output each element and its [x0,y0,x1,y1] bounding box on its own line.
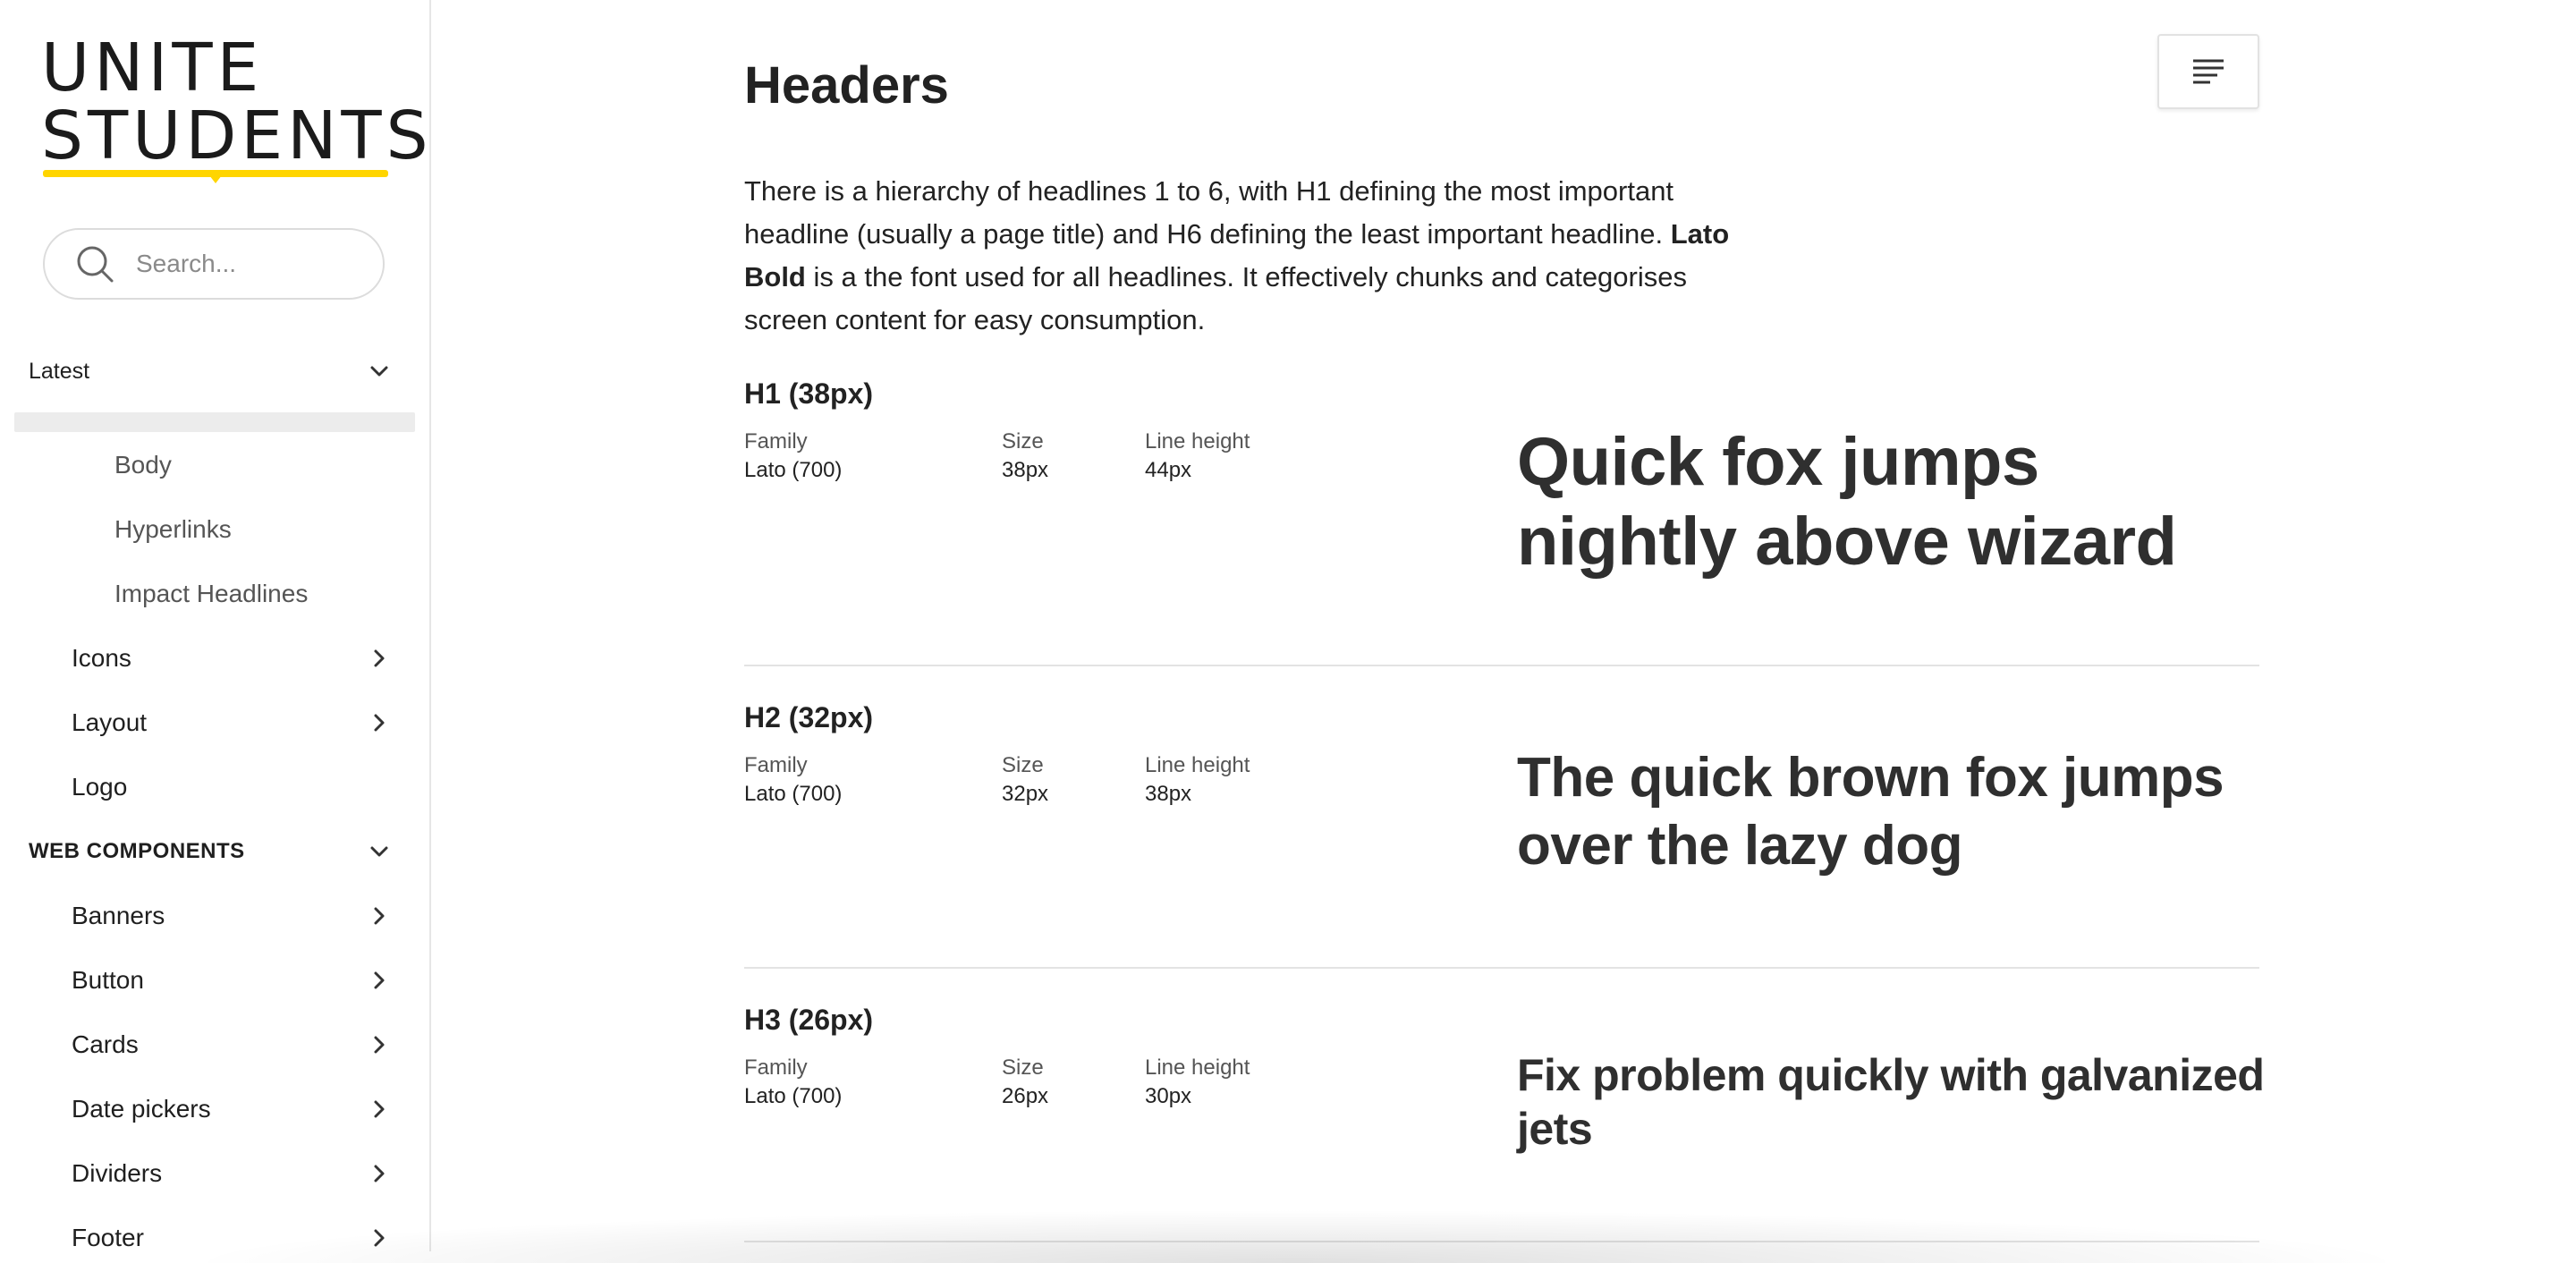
sidebar-item-impact-headlines[interactable]: Impact Headlines [0,569,429,619]
sidebar-item-logo[interactable]: Logo [0,762,429,812]
chevron-right-icon [374,1229,385,1247]
intro-paragraph: There is a hierarchy of headlines 1 to 6… [744,170,1746,342]
family-value: Lato (700) [744,1084,843,1108]
spec-title: H3 (26px) [744,1004,874,1036]
search-box[interactable] [43,228,385,300]
chevron-right-icon [374,714,385,732]
size-value: 32px [1002,782,1049,806]
line-height-value: 30px [1145,1084,1192,1108]
spec-size: Size 26px [1002,1054,1048,1111]
spec-title: H1 (38px) [744,377,874,410]
sidebar-item-label: Banners [72,902,165,929]
sidebar-item-body[interactable]: Body [0,440,429,490]
sidebar-item-hyperlinks[interactable]: Hyperlinks [0,504,429,555]
chevron-right-icon [374,1036,385,1054]
spec-size: Size 32px [1002,751,1048,809]
spec-family: Family Lato (700) [744,428,842,485]
size-label: Size [1002,753,1044,777]
sidebar-item-label: Impact Headlines [114,580,309,607]
active-item-highlight [14,412,415,432]
chevron-right-icon [374,907,385,925]
chevron-down-icon [370,366,388,377]
logo-line-2: STUDENTS [41,97,431,174]
search-icon [77,246,114,283]
nav-section-web-components-label: WEB COMPONENTS [29,839,245,863]
family-label: Family [744,753,808,777]
family-label: Family [744,429,808,453]
sample-text-h1: Quick fox jumps nightly above wizard [1517,424,2177,580]
family-value: Lato (700) [744,458,843,482]
nav-section-web-components[interactable]: WEB COMPONENTS [0,826,429,877]
page-title: Headers [744,56,949,114]
sidebar-item-button[interactable]: Button [0,955,429,1005]
search-input[interactable] [134,249,370,279]
sidebar-item-cards[interactable]: Cards [0,1020,429,1070]
divider [744,665,2259,666]
text-align-icon [2193,59,2224,84]
spec-line-height: Line height 30px [1145,1054,1250,1111]
nav-section-latest-label: Latest [29,358,90,384]
sidebar-item-label: Date pickers [72,1095,211,1123]
sidebar-item-icons[interactable]: Icons [0,633,429,683]
spec-line-height: Line height 38px [1145,751,1250,809]
spec-family: Family Lato (700) [744,1054,842,1111]
sidebar-item-label: Dividers [72,1159,163,1187]
main-content: Headers There is a hierarchy of headline… [431,0,2576,1251]
sample-text-h3: Fix problem quickly with galvanized jets [1517,1050,2265,1154]
sidebar-item-label: Body [114,451,172,479]
sidebar-item-label: Hyperlinks [114,515,232,543]
line-height-label: Line height [1145,1055,1250,1080]
chevron-right-icon [374,971,385,989]
sidebar-item-layout[interactable]: Layout [0,698,429,748]
family-label: Family [744,1055,808,1080]
size-label: Size [1002,1055,1044,1080]
spec-size: Size 38px [1002,428,1048,485]
logo-line-1: UNITE [41,30,264,106]
intro-text-2: is a the font used for all headlines. It… [744,261,1687,335]
line-height-label: Line height [1145,753,1250,777]
sidebar-item-label: Cards [72,1030,139,1058]
spec-line-height: Line height 44px [1145,428,1250,485]
sidebar-item-dividers[interactable]: Dividers [0,1149,429,1199]
sidebar-item-label: Layout [72,708,148,736]
sample-text-h2: The quick brown fox jumps over the lazy … [1517,747,2224,877]
nav-section-latest[interactable]: Latest [0,346,429,396]
size-value: 26px [1002,1084,1049,1108]
line-height-value: 38px [1145,782,1192,806]
sidebar-item-date-pickers[interactable]: Date pickers [0,1084,429,1134]
chevron-right-icon [374,1165,385,1182]
size-value: 38px [1002,458,1049,482]
sidebar-item-label: Icons [72,644,131,672]
intro-text-1: There is a hierarchy of headlines 1 to 6… [744,175,1674,250]
chevron-down-icon [370,846,388,857]
sidebar-item-label: Logo [72,773,128,801]
sidebar-item-label: Footer [72,1224,144,1251]
divider [744,1241,2259,1242]
sidebar-item-footer[interactable]: Footer [0,1213,429,1251]
spec-family: Family Lato (700) [744,751,842,809]
sidebar: UNITE STUDENTS Latest Body Hyperlinks Im… [0,0,431,1251]
chevron-right-icon [374,649,385,667]
table-of-contents-button[interactable] [2157,34,2259,109]
logo-notch [209,175,222,183]
line-height-label: Line height [1145,429,1250,453]
divider [744,967,2259,969]
family-value: Lato (700) [744,782,843,806]
size-label: Size [1002,429,1044,453]
spec-title: H2 (32px) [744,701,874,733]
chevron-right-icon [374,1100,385,1118]
line-height-value: 44px [1145,458,1192,482]
sidebar-item-label: Button [72,966,144,994]
unite-students-logo[interactable]: UNITE STUDENTS [41,30,431,188]
sidebar-item-banners[interactable]: Banners [0,891,429,941]
